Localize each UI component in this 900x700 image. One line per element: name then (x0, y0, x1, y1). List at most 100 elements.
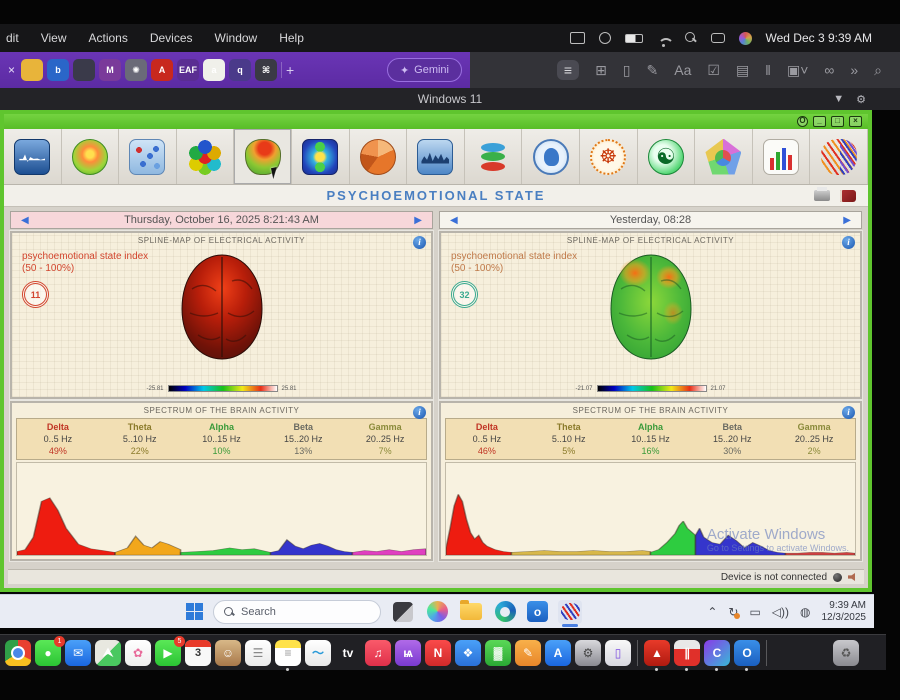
dock-item[interactable]: ▓ (485, 640, 511, 666)
task-view-button[interactable] (393, 602, 413, 622)
toolbar-button[interactable] (695, 129, 753, 184)
dock-item[interactable]: ❖ (455, 640, 481, 666)
dock-item[interactable]: ✎ (515, 640, 541, 666)
pinned-tab[interactable]: b (47, 59, 69, 81)
prev-record-arrow[interactable]: ◀ (11, 215, 39, 226)
next-record-arrow[interactable]: ▶ (833, 215, 861, 226)
info-icon[interactable]: i (842, 236, 855, 249)
dock-item[interactable] (803, 640, 829, 666)
gallery-view-icon[interactable]: ⊞ (595, 62, 607, 79)
toolbar-button[interactable]: ☸ (580, 129, 638, 184)
toolbar-button[interactable] (522, 129, 580, 184)
toolbar-button[interactable]: ☯ (638, 129, 696, 184)
toolbar-button[interactable] (4, 129, 62, 184)
toolbar-button[interactable] (350, 129, 408, 184)
search-icon[interactable]: ⌕ (874, 62, 882, 79)
dock-item[interactable]: ♫ (365, 640, 391, 666)
menubar-item[interactable]: Devices (150, 31, 193, 45)
dock-item[interactable]: ▲ (644, 640, 670, 666)
new-tab-button[interactable]: + (286, 62, 294, 78)
spotlight-search-icon[interactable] (685, 32, 697, 44)
pinned-tab[interactable]: ✺ (125, 59, 147, 81)
dock-item[interactable] (5, 640, 31, 666)
trash-icon[interactable]: ▯ (623, 62, 631, 79)
taskbar-clock[interactable]: 9:39 AM 12/3/2025 (822, 600, 867, 624)
gemini-button[interactable]: ✦ Gemini (387, 58, 462, 82)
toolbar-button[interactable] (234, 129, 292, 184)
menubar-clock[interactable]: Wed Dec 3 9:39 AM (766, 31, 873, 45)
pinned-tab[interactable]: q (229, 59, 251, 81)
audio-icon[interactable]: ‖ (765, 62, 771, 78)
info-icon[interactable]: i (413, 236, 426, 249)
tray-chevron-icon[interactable]: ⌃ (707, 605, 717, 619)
pinned-tab[interactable]: a (203, 59, 225, 81)
toolbar-button[interactable] (177, 129, 235, 184)
dock-item[interactable]: ✉ (65, 640, 91, 666)
sound-toggle-icon[interactable] (848, 573, 858, 581)
toolbar-button[interactable] (62, 129, 120, 184)
dock-item[interactable]: 3 (185, 640, 211, 666)
media-picker-icon[interactable]: ▣˅ (787, 62, 808, 79)
dock-item[interactable]: ▯ (605, 640, 631, 666)
window-maximize-button[interactable]: □ (831, 116, 844, 127)
pinned-tab[interactable] (21, 59, 43, 81)
prev-record-arrow[interactable]: ◀ (440, 215, 468, 226)
print-icon[interactable] (814, 190, 830, 201)
vm-dropdown-icon[interactable]: ▼ (833, 93, 844, 106)
info-icon[interactable]: i (413, 406, 426, 419)
menubar-item[interactable]: Window (215, 31, 258, 45)
window-close-button[interactable]: × (849, 116, 862, 127)
toolbar-button[interactable] (407, 129, 465, 184)
battery-icon[interactable] (625, 34, 643, 43)
pinned-tab[interactable]: EAF (177, 59, 199, 81)
dock-item[interactable]: A (545, 640, 571, 666)
wifi-icon[interactable] (657, 33, 671, 43)
pinned-tab[interactable]: A (151, 59, 173, 81)
dock-item[interactable]: 〜 (305, 640, 331, 666)
toolbar-button[interactable] (465, 129, 523, 184)
screen-mirroring-icon[interactable] (570, 32, 585, 44)
pinned-tab[interactable]: M (99, 59, 121, 81)
dock-item[interactable]: C (704, 640, 730, 666)
menubar-item[interactable]: View (41, 31, 67, 45)
compose-icon[interactable]: ✎ (647, 62, 659, 79)
dock-item[interactable]: ∥ (674, 640, 700, 666)
window-minimize-button[interactable]: _ (813, 116, 826, 127)
toolbar-button[interactable] (292, 129, 350, 184)
dock-item[interactable]: O (734, 640, 760, 666)
dock-item[interactable] (773, 640, 799, 666)
dock-item[interactable]: ≡ (275, 640, 301, 666)
link-icon[interactable]: ∞ (824, 62, 834, 78)
manual-book-icon[interactable] (840, 190, 856, 202)
table-icon[interactable]: ▤ (736, 62, 749, 79)
menubar-item[interactable]: Actions (88, 31, 127, 45)
dock-item[interactable]: tv (335, 640, 361, 666)
control-center-icon[interactable] (711, 33, 725, 43)
file-explorer-button[interactable] (460, 603, 482, 620)
volume-tray-icon[interactable]: ◁)) (772, 605, 789, 619)
text-format-icon[interactable]: Aa (674, 62, 691, 78)
vm-settings-gear-icon[interactable]: ⚙ (856, 93, 866, 106)
display-tray-icon[interactable]: ▭ (749, 605, 760, 619)
dock-item[interactable]: ѩ (395, 640, 421, 666)
dock-item[interactable]: ▶ 5 (155, 640, 181, 666)
dock-item[interactable]: ⚙ (575, 640, 601, 666)
dock-item[interactable]: ☰ (245, 640, 271, 666)
more-tools-icon[interactable]: » (850, 62, 858, 78)
toolbar-button[interactable] (753, 129, 811, 184)
taskbar-search[interactable]: Search (213, 600, 381, 624)
dock-item[interactable]: ✿ (125, 640, 151, 666)
list-view-icon[interactable]: ≡ (557, 60, 579, 80)
dock-item[interactable]: ⮝ (95, 640, 121, 666)
dock-item[interactable]: ☺ (215, 640, 241, 666)
brain-app-taskbar-button[interactable] (558, 600, 582, 624)
dock-item[interactable]: ● 1 (35, 640, 61, 666)
menubar-item[interactable]: dit (6, 31, 19, 45)
window-help-button[interactable]: O (797, 116, 808, 127)
dock-item[interactable]: ♻ (833, 640, 859, 666)
user-avatar-icon[interactable] (739, 32, 752, 45)
pinned-tab[interactable]: ⌘ (255, 59, 277, 81)
camera-tray-icon[interactable]: ◍ (800, 605, 810, 619)
next-record-arrow[interactable]: ▶ (404, 215, 432, 226)
sync-status-icon[interactable]: ↻ (728, 605, 738, 619)
